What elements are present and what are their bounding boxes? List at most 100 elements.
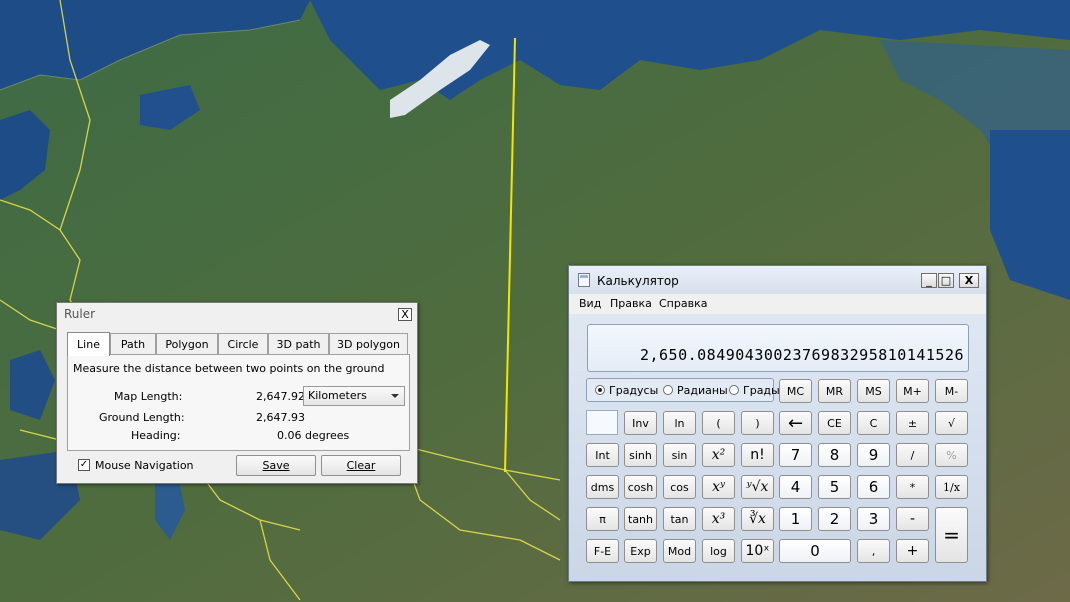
equals-button[interactable]: = [935,507,968,563]
digit-8-button[interactable]: 8 [818,443,851,467]
display-value: 2,650.0849043002376983295810141526 [639,346,964,364]
calculator-titlebar[interactable]: Калькулятор _ □ X [569,266,986,294]
multiply-button[interactable]: * [896,475,929,499]
digit-6-button[interactable]: 6 [857,475,890,499]
sqrt-button[interactable]: √ [935,411,968,435]
radio-radians[interactable] [663,385,673,395]
memory-indicator [586,410,618,435]
menu-help[interactable]: Справка [659,297,707,310]
tab-3d-path[interactable]: 3D path [268,333,329,355]
digit-3-button[interactable]: 3 [857,507,890,531]
close-paren-button[interactable]: ) [741,411,774,435]
tab-path[interactable]: Path [110,333,156,355]
ground-length-label: Ground Length: [99,411,185,424]
minus-button[interactable]: - [896,507,929,531]
chevron-down-icon [391,394,399,398]
ms-button[interactable]: MS [857,379,890,403]
int-button[interactable]: Int [586,443,619,467]
tab-line[interactable]: Line [67,332,110,356]
digit-0-button[interactable]: 0 [779,539,851,563]
ruler-tabs: Line Path Polygon Circle 3D path 3D poly… [67,332,409,356]
inv-button[interactable]: Inv [624,411,657,435]
open-paren-button[interactable]: ( [702,411,735,435]
cube-root-button[interactable]: ∛x [741,507,774,531]
heading-label: Heading: [131,429,181,442]
y-root-x-button[interactable]: ʸ√x [741,475,774,499]
mouse-navigation-label: Mouse Navigation [95,459,194,472]
log-button[interactable]: log [702,539,735,563]
c-button[interactable]: C [857,411,890,435]
pi-button[interactable]: π [586,507,619,531]
sin-button[interactable]: sin [663,443,696,467]
cosh-button[interactable]: cosh [624,475,657,499]
radio-degrees[interactable] [595,385,605,395]
ground-length-value: 2,647.93 [256,411,305,424]
radio-grads[interactable] [729,385,739,395]
calculator-body: 2,650.0849043002376983295810141526 Граду… [569,314,986,581]
digit-7-button[interactable]: 7 [779,443,812,467]
dms-button[interactable]: dms [586,475,619,499]
ln-button[interactable]: ln [663,411,696,435]
x-power-y-button[interactable]: xʸ [702,475,735,499]
close-button[interactable]: X [959,273,979,288]
radio-degrees-label[interactable]: Градусы [609,384,658,397]
heading-value: 0.06 degrees [277,429,350,442]
unit-dropdown[interactable]: Kilometers [303,386,405,406]
decimal-button[interactable]: , [857,539,890,563]
x-squared-button[interactable]: x² [702,443,735,467]
plus-button[interactable]: + [896,539,929,563]
calculator-menubar: Вид Правка Справка [569,294,986,314]
f-e-button[interactable]: F-E [586,539,619,563]
mod-button[interactable]: Mod [663,539,696,563]
ruler-line-panel: Measure the distance between two points … [67,354,410,451]
m-minus-button[interactable]: M- [935,379,968,403]
factorial-button[interactable]: n! [741,443,774,467]
plus-minus-button[interactable]: ± [896,411,929,435]
digit-5-button[interactable]: 5 [818,475,851,499]
maximize-button[interactable]: □ [938,273,954,288]
sinh-button[interactable]: sinh [624,443,657,467]
radio-grads-label[interactable]: Грады [743,384,780,397]
calculator-display: 2,650.0849043002376983295810141526 [587,324,969,372]
m-plus-button[interactable]: M+ [896,379,929,403]
tab-3d-polygon[interactable]: 3D polygon [329,333,408,355]
calculator-icon [578,273,590,287]
radio-radians-label[interactable]: Радианы [677,384,728,397]
save-button[interactable]: Save [236,455,316,476]
mr-button[interactable]: MR [818,379,851,403]
exp-button[interactable]: Exp [624,539,657,563]
angle-mode-group: Градусы Радианы Грады [586,378,780,402]
calculator-window: Калькулятор _ □ X Вид Правка Справка 2,6… [568,265,987,582]
digit-9-button[interactable]: 9 [857,443,890,467]
menu-edit[interactable]: Правка [610,297,652,310]
digit-4-button[interactable]: 4 [779,475,812,499]
map-length-label: Map Length: [114,390,183,403]
reciprocal-button[interactable]: 1/x [935,475,968,499]
ruler-title: Ruler [64,307,96,321]
unit-selected: Kilometers [308,389,367,402]
mouse-navigation-checkbox[interactable]: ✓ [78,459,90,471]
digit-2-button[interactable]: 2 [818,507,851,531]
minimize-button[interactable]: _ [921,273,937,288]
mc-button[interactable]: MC [779,379,812,403]
ten-power-x-button[interactable]: 10ˣ [741,539,774,563]
tab-circle[interactable]: Circle [218,333,268,355]
x-cubed-button[interactable]: x³ [702,507,735,531]
tan-button[interactable]: tan [663,507,696,531]
backspace-button[interactable]: ← [779,411,812,435]
menu-view[interactable]: Вид [579,297,601,310]
tab-polygon[interactable]: Polygon [156,333,218,355]
ruler-titlebar[interactable]: Ruler X [57,303,417,325]
ruler-close-button[interactable]: X [398,308,412,321]
tanh-button[interactable]: tanh [624,507,657,531]
ruler-description: Measure the distance between two points … [73,362,385,375]
map-length-value: 2,647.92 [256,390,305,403]
ruler-window: Ruler X Line Path Polygon Circle 3D path… [56,302,418,484]
cos-button[interactable]: cos [663,475,696,499]
ce-button[interactable]: CE [818,411,851,435]
percent-button[interactable]: % [935,443,968,467]
clear-button[interactable]: Clear [321,455,401,476]
calculator-title: Калькулятор [597,274,679,288]
digit-1-button[interactable]: 1 [779,507,812,531]
divide-button[interactable]: / [896,443,929,467]
